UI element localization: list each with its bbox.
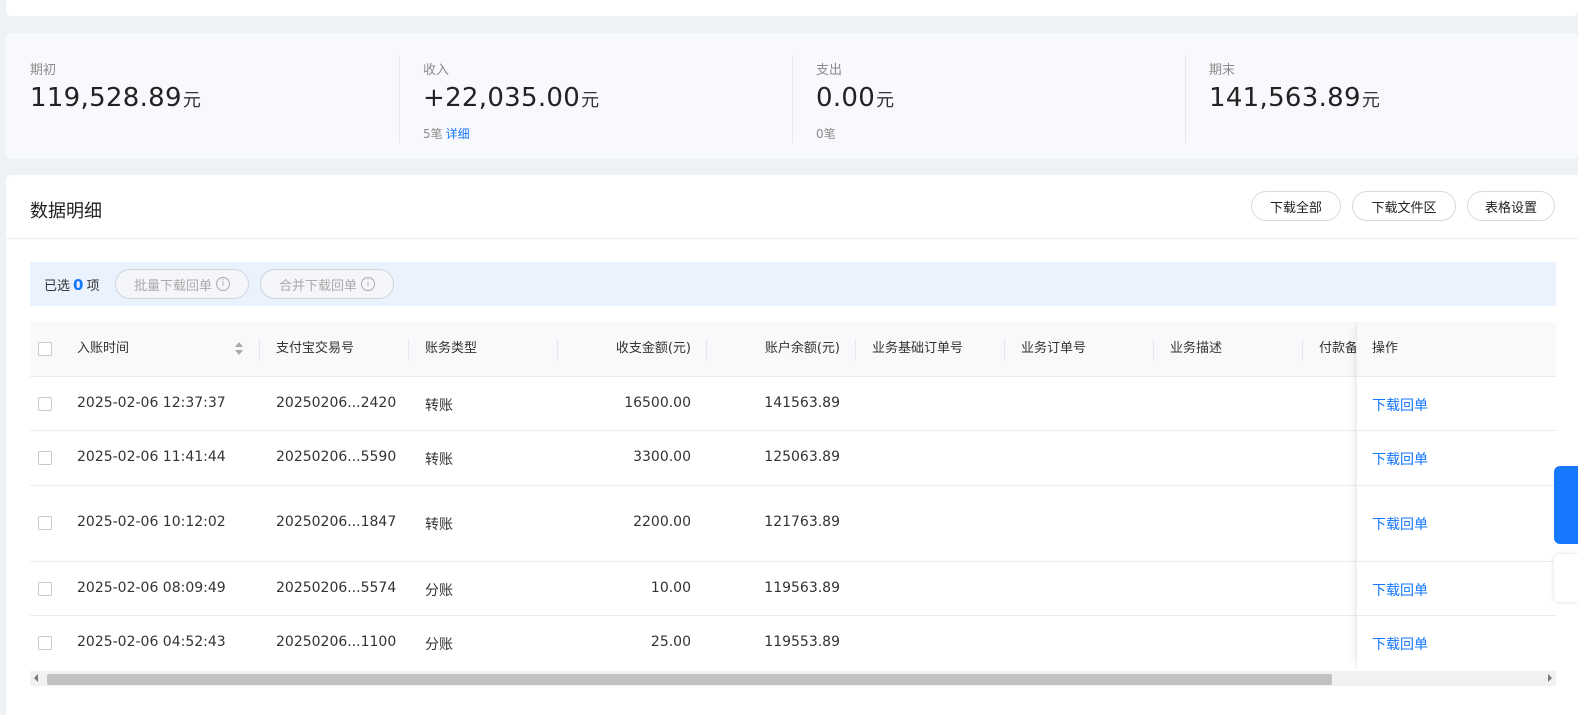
cell-balance: 121763.89 (764, 514, 840, 530)
column-header-action: 操作 (1372, 341, 1399, 356)
divider (259, 339, 260, 361)
table-row: 2025-02-06 11:41:44 20250206...5590 转账 3… (30, 430, 1556, 486)
cell-trade-no: 20250206...1847 (276, 514, 397, 530)
merge-download-button[interactable]: 合并下载回单 i (260, 269, 394, 299)
scrollbar-thumb[interactable] (47, 674, 1332, 685)
stat-income-count: 5笔 详细 (423, 127, 470, 141)
info-icon: i (361, 277, 375, 291)
stat-opening-value: 119,528.89元 (30, 83, 202, 113)
info-icon: i (216, 277, 230, 291)
table-row: 2025-02-06 10:12:02 20250206...1847 转账 2… (30, 485, 1556, 562)
cell-trade-no: 20250206...5574 (276, 580, 397, 596)
stat-expense-label: 支出 (816, 63, 843, 78)
stat-income-label: 收入 (423, 63, 450, 78)
scroll-right-icon[interactable] (1548, 674, 1552, 682)
table-row: 2025-02-06 04:52:43 20250206...1100 分账 2… (30, 615, 1556, 670)
download-receipt-link[interactable]: 下载回单 (1372, 634, 1428, 654)
cell-amount: 2200.00 (633, 514, 691, 530)
stat-closing: 期末 141,563.89元 (1185, 33, 1578, 159)
row-checkbox[interactable] (38, 582, 52, 596)
column-header-desc: 业务描述 (1170, 341, 1223, 356)
cell-balance: 125063.89 (764, 449, 840, 465)
download-receipt-link[interactable]: 下载回单 (1372, 395, 1428, 415)
cell-amount: 10.00 (650, 580, 691, 596)
income-detail-link[interactable]: 详细 (446, 127, 470, 141)
cell-type: 分账 (425, 583, 453, 599)
cell-amount: 25.00 (650, 634, 691, 650)
selection-count: 已选 0 项 (44, 276, 100, 294)
scroll-left-icon[interactable] (34, 674, 38, 682)
column-header-order: 业务订单号 (1021, 341, 1087, 356)
selection-bar: 已选 0 项 批量下载回单 i 合并下载回单 i (30, 262, 1556, 306)
cell-amount: 3300.00 (633, 449, 691, 465)
download-receipt-link[interactable]: 下载回单 (1372, 449, 1428, 469)
data-detail-panel: 数据明细 下载全部 下载文件区 表格设置 已选 0 项 批量下载回单 i 合并下载回单… (6, 175, 1578, 715)
cell-trade-no: 20250206...2420 (276, 395, 397, 411)
column-header-amount: 收支金额(元) (615, 341, 691, 356)
cell-type: 转账 (425, 398, 453, 414)
column-header-time[interactable]: 入账时间 (77, 322, 129, 376)
column-header-balance: 账户余额(元) (764, 341, 840, 356)
cell-trade-no: 20250206...1100 (276, 634, 397, 650)
cell-time: 2025-02-06 04:52:43 (77, 634, 226, 650)
column-header-base-order: 业务基础订单号 (872, 341, 964, 356)
cell-time: 2025-02-06 12:37:37 (77, 395, 226, 411)
row-checkbox[interactable] (38, 516, 52, 530)
stat-expense-count: 0笔 (816, 127, 836, 141)
divider (855, 339, 856, 361)
stat-closing-value: 141,563.89元 (1209, 83, 1381, 113)
select-all-checkbox[interactable] (38, 342, 52, 356)
column-header-type: 账务类型 (425, 341, 478, 356)
stat-expense-value: 0.00元 (816, 83, 895, 113)
cell-type: 分账 (425, 637, 453, 653)
divider (1302, 339, 1303, 361)
batch-download-button[interactable]: 批量下载回单 i (115, 269, 249, 299)
stat-opening-label: 期初 (30, 63, 57, 78)
top-card (6, 0, 1578, 16)
row-checkbox[interactable] (38, 397, 52, 411)
cell-type: 转账 (425, 452, 453, 468)
table-row: 2025-02-06 08:09:49 20250206...5574 分账 1… (30, 561, 1556, 616)
column-header-trade-no: 支付宝交易号 (276, 341, 355, 356)
stat-closing-label: 期末 (1209, 63, 1236, 78)
cell-amount: 16500.00 (624, 395, 691, 411)
divider (1004, 339, 1005, 361)
summary-panel: 期初 119,528.89元 收入 +22,035.00元 5笔 详细 支出 0.… (6, 33, 1578, 159)
row-checkbox[interactable] (38, 451, 52, 465)
stat-expense: 支出 0.00元 0笔 (792, 33, 1185, 159)
cell-balance: 119563.89 (764, 580, 840, 596)
cell-time: 2025-02-06 11:41:44 (77, 449, 226, 465)
download-area-button[interactable]: 下载文件区 (1352, 191, 1456, 221)
divider (1153, 339, 1154, 361)
cell-trade-no: 20250206...5590 (276, 449, 397, 465)
download-receipt-link[interactable]: 下载回单 (1372, 580, 1428, 600)
download-all-button[interactable]: 下载全部 (1251, 191, 1341, 221)
cell-type: 转账 (425, 517, 453, 533)
table-settings-button[interactable]: 表格设置 (1467, 191, 1555, 221)
cell-time: 2025-02-06 10:12:02 (77, 514, 226, 530)
section-title: 数据明细 (30, 201, 102, 222)
transactions-table: 入账时间 支付宝交易号 账务类型 收支金额(元) 账户余额(元) 业务基础订单号… (30, 322, 1556, 669)
column-header-payer-note: 付款备 (1319, 341, 1356, 356)
sort-icon[interactable] (234, 342, 244, 356)
divider (6, 238, 1578, 239)
download-receipt-link[interactable]: 下载回单 (1372, 514, 1428, 534)
table-header: 入账时间 支付宝交易号 账务类型 收支金额(元) 账户余额(元) 业务基础订单号… (30, 322, 1556, 376)
divider (408, 339, 409, 361)
stat-opening: 期初 119,528.89元 (6, 33, 399, 159)
cell-balance: 119553.89 (764, 634, 840, 650)
stat-income-value: +22,035.00元 (423, 83, 600, 113)
cell-balance: 141563.89 (764, 395, 840, 411)
horizontal-scrollbar[interactable] (30, 671, 1556, 686)
stat-income: 收入 +22,035.00元 5笔 详细 (399, 33, 792, 159)
feedback-float-button[interactable] (1554, 554, 1578, 602)
help-float-button[interactable] (1554, 466, 1578, 544)
cell-time: 2025-02-06 08:09:49 (77, 580, 226, 596)
table-row: 2025-02-06 12:37:37 20250206...2420 转账 1… (30, 376, 1556, 431)
row-checkbox[interactable] (38, 636, 52, 650)
